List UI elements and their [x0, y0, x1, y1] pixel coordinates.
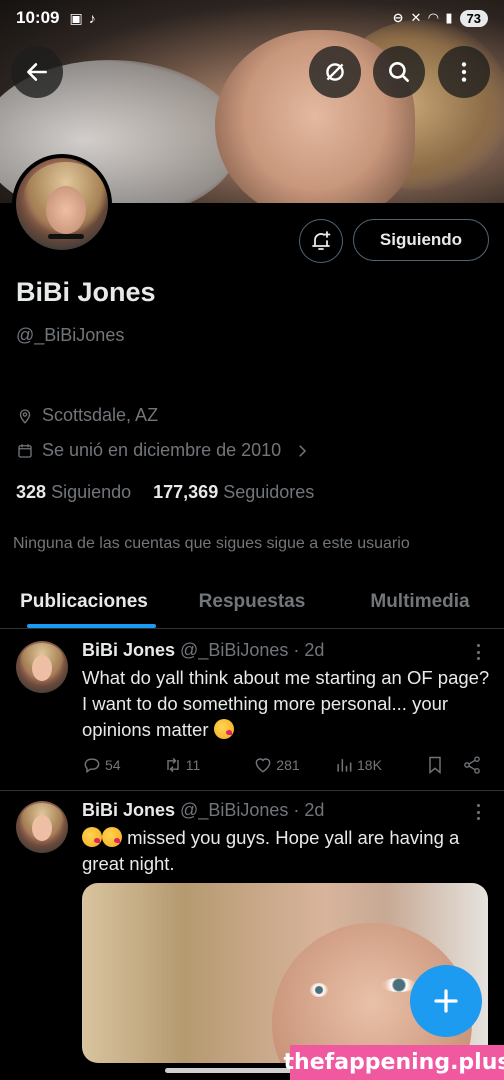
avatar-face: [46, 186, 86, 234]
watermark: thefappening.plus: [284, 1045, 504, 1080]
more-dot: [476, 804, 480, 807]
tweet-header: BiBi Jones @_BiBiJones · 2d: [82, 640, 324, 661]
tweet-avatar[interactable]: [16, 641, 68, 693]
avatar[interactable]: [12, 154, 112, 254]
retweet-button[interactable]: 11: [163, 755, 254, 775]
bookmark-icon: [428, 756, 441, 775]
followers-count: 177,369: [153, 482, 219, 502]
share-button[interactable]: [462, 755, 482, 775]
back-button[interactable]: [11, 46, 63, 98]
screenshot-icon: ▣: [69, 9, 83, 26]
tweet-actions: 54 11 281 18K: [82, 755, 482, 775]
joined-row[interactable]: Se unió en diciembre de 2010: [16, 440, 311, 461]
chevron-right-icon: [299, 444, 307, 457]
like-button[interactable]: 281: [253, 755, 334, 775]
views-icon: [337, 759, 352, 772]
dnd-icon: ⊖: [392, 10, 404, 25]
tweet-author-name[interactable]: BiBi Jones: [82, 640, 175, 660]
kissing-emoji-icon: [82, 827, 102, 847]
mute-icon: [326, 63, 344, 81]
signal-icon: ▮: [445, 10, 453, 25]
tweet-handle-time: @_BiBiJones · 2d: [180, 640, 325, 660]
followers-stat[interactable]: 177,369 Seguidores: [153, 482, 314, 503]
like-count: 281: [276, 757, 300, 773]
following-stat[interactable]: 328 Siguiendo: [16, 482, 131, 503]
reply-count: 54: [105, 757, 121, 773]
reply-button[interactable]: 54: [82, 755, 163, 775]
retweet-count: 11: [185, 757, 201, 773]
following-label: Siguiendo: [51, 482, 132, 502]
more-options-button[interactable]: [438, 46, 490, 98]
status-bar: 10:09 ▣ ♪ ⊖ ✕ ◠ ▮ 73: [0, 0, 504, 36]
views-count: 18K: [357, 757, 382, 773]
more-vertical-icon: [461, 62, 467, 82]
media-eye: [310, 983, 328, 997]
views-button[interactable]: 18K: [334, 755, 425, 775]
display-name: BiBi Jones: [16, 277, 156, 307]
more-dot: [476, 817, 480, 820]
notifications-button[interactable]: [299, 219, 343, 263]
more-dot: [476, 644, 480, 647]
follow-stats: 328 Siguiendo 177,369 Seguidores: [16, 482, 314, 503]
status-notification-icons: ▣ ♪: [69, 10, 95, 27]
avatar-choker: [48, 234, 84, 239]
location-pin-icon: [19, 408, 31, 424]
wifi-icon: ◠: [428, 10, 439, 25]
tweet-more-button[interactable]: [470, 642, 486, 662]
joined-text: Se unió en diciembre de 2010: [42, 440, 282, 460]
calendar-icon: [18, 443, 32, 458]
mute-status-icon: ✕: [410, 10, 422, 25]
tweet-avatar-face: [32, 815, 52, 841]
search-button[interactable]: [373, 46, 425, 98]
search-icon: [389, 62, 409, 82]
tab-publicaciones[interactable]: Publicaciones: [0, 575, 168, 628]
tweet-avatar[interactable]: [16, 801, 68, 853]
tweet-text-content: What do yall think about me starting an …: [82, 667, 490, 740]
location-text: Scottsdale, AZ: [42, 405, 159, 425]
status-system-icons: ⊖ ✕ ◠ ▮ 73: [392, 9, 488, 27]
compose-button[interactable]: [410, 965, 482, 1037]
bell-plus-icon: [312, 231, 331, 250]
kissing-emoji-icon: [213, 719, 234, 739]
back-arrow-icon: [27, 63, 47, 81]
mutuals-note: Ninguna de las cuentas que sigues sigue …: [13, 535, 410, 552]
battery-indicator: 73: [459, 9, 488, 27]
more-dot: [476, 810, 480, 814]
tweet-header: BiBi Jones @_BiBiJones · 2d: [82, 800, 324, 821]
tweet-avatar-face: [32, 655, 52, 681]
following-count: 328: [16, 482, 47, 502]
followers-label: Seguidores: [223, 482, 315, 502]
tweet-more-button[interactable]: [470, 802, 486, 822]
tweet-divider: [0, 790, 504, 791]
more-dot: [476, 650, 480, 654]
reply-icon: [84, 758, 100, 774]
tweet-handle-time: @_BiBiJones · 2d: [180, 800, 325, 820]
retweet-icon: [167, 757, 179, 773]
mute-button[interactable]: [309, 46, 361, 98]
profile-tabs: Publicaciones Respuestas Multimedia: [0, 575, 504, 629]
tab-respuestas[interactable]: Respuestas: [168, 575, 336, 628]
status-time: 10:09: [16, 8, 60, 27]
share-icon: [464, 756, 480, 774]
tab-multimedia[interactable]: Multimedia: [336, 575, 504, 628]
location-row: Scottsdale, AZ: [16, 405, 158, 426]
compose-plus-icon: [434, 989, 458, 1013]
bookmark-button[interactable]: [425, 755, 462, 775]
profile-handle: @_BiBiJones: [16, 325, 125, 345]
tweet-text: missed you guys. Hope yall are having a …: [82, 825, 492, 877]
tweet-author-name[interactable]: BiBi Jones: [82, 800, 175, 820]
tweet-text: What do yall think about me starting an …: [82, 665, 492, 743]
tiktok-icon: ♪: [88, 10, 96, 26]
tweet-text-content: missed you guys. Hope yall are having a …: [82, 827, 460, 874]
following-button[interactable]: Siguiendo: [353, 219, 489, 261]
like-icon: [255, 758, 271, 773]
kissing-emoji-icon: [102, 827, 122, 847]
more-dot: [476, 657, 480, 660]
